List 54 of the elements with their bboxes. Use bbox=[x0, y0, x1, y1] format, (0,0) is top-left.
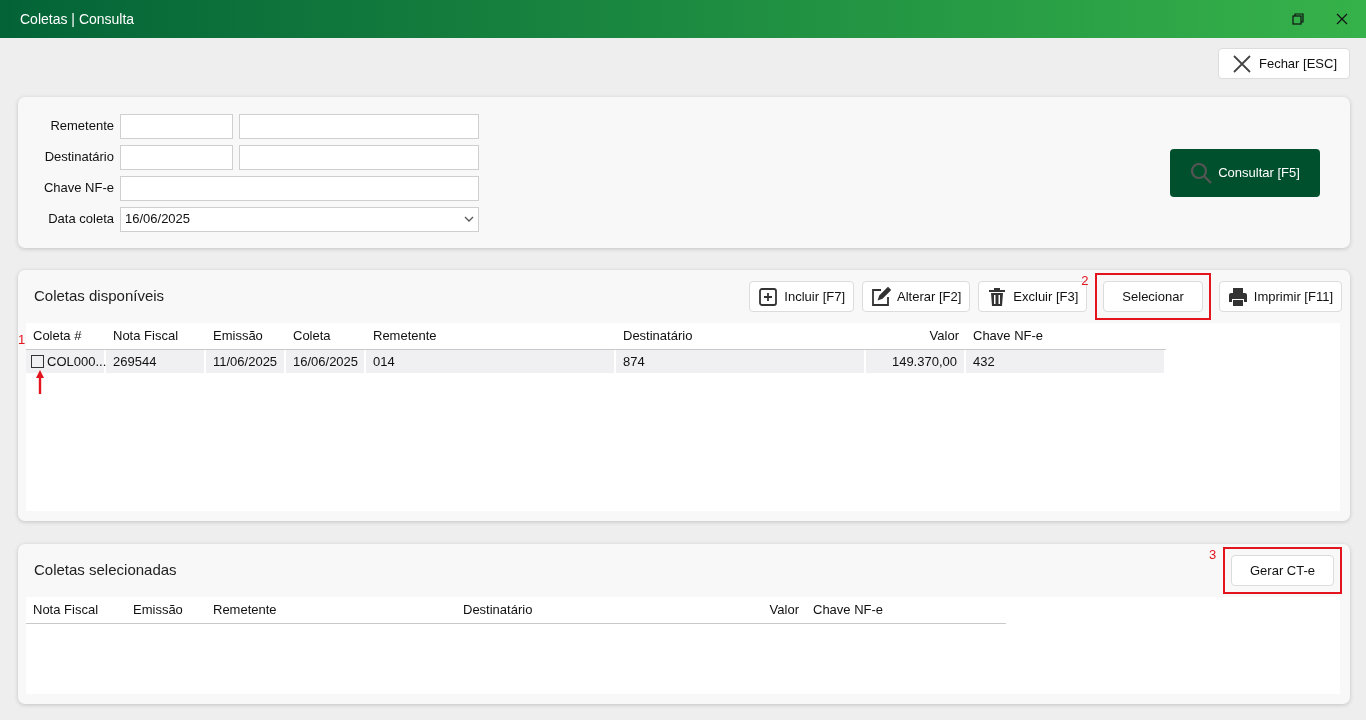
field-label: Data coleta bbox=[47, 210, 115, 229]
edit-icon bbox=[871, 286, 892, 307]
input-field[interactable] bbox=[239, 144, 479, 170]
column-header: Emissão bbox=[206, 323, 286, 350]
column-header: Nota Fiscal bbox=[26, 597, 126, 624]
column-header: Remetente bbox=[366, 323, 616, 350]
search-button[interactable]: Consultar [F5] bbox=[1170, 148, 1320, 197]
column-header: Destinatário bbox=[456, 597, 706, 624]
toolbar-button[interactable]: Selecionar bbox=[1103, 281, 1203, 312]
input-field[interactable] bbox=[120, 113, 233, 139]
table-cell: 149.370,00 bbox=[866, 349, 966, 373]
table-cell: COL000... bbox=[47, 353, 107, 369]
column-header: Remetente bbox=[206, 597, 456, 624]
column-header: Nota Fiscal bbox=[106, 323, 206, 350]
panel-title: Coletas selecionadas bbox=[34, 560, 177, 581]
toolbar-button[interactable]: Imprimir [F11] bbox=[1218, 281, 1342, 312]
table-cell: 16/06/2025 bbox=[286, 349, 366, 373]
table-cell: 014 bbox=[366, 349, 616, 373]
table-cell: 874 bbox=[616, 349, 866, 373]
toolbar-button[interactable]: Incluir [F7] bbox=[749, 281, 855, 312]
window-title: Coletas | Consulta bbox=[20, 9, 135, 29]
column-header: Chave NF-e bbox=[966, 323, 1166, 350]
plus-icon bbox=[758, 286, 779, 307]
field-label: Remetente bbox=[49, 117, 115, 136]
restore-icon[interactable] bbox=[1292, 13, 1304, 25]
column-header: Emissão bbox=[126, 597, 206, 624]
annotation-number: 1 bbox=[18, 333, 26, 346]
column-header: Chave NF-e bbox=[806, 597, 1006, 624]
close-icon bbox=[1232, 54, 1251, 73]
row-checkbox[interactable] bbox=[31, 354, 44, 368]
field-label: Destinatário bbox=[43, 148, 115, 167]
trash-icon bbox=[987, 286, 1008, 307]
input-field[interactable] bbox=[239, 113, 479, 139]
input-field[interactable] bbox=[120, 175, 479, 201]
date-dropdown[interactable]: 16/06/2025 bbox=[120, 206, 479, 232]
column-header: Valor bbox=[706, 597, 806, 624]
close-icon[interactable] bbox=[1336, 13, 1348, 25]
field-label: Chave NF-e bbox=[42, 179, 115, 198]
close-button[interactable]: Fechar [ESC] bbox=[1217, 48, 1350, 79]
annotation-number: 3 bbox=[1209, 548, 1217, 561]
input-field[interactable] bbox=[120, 144, 233, 170]
column-header: Coleta # bbox=[26, 323, 106, 350]
column-header: Valor bbox=[866, 323, 966, 350]
panel-title: Coletas disponíveis bbox=[34, 286, 165, 307]
toolbar-button[interactable]: Gerar CT-e bbox=[1231, 555, 1334, 586]
column-header: Coleta bbox=[286, 323, 366, 350]
printer-icon bbox=[1227, 286, 1248, 307]
table-cell: 11/06/2025 bbox=[206, 349, 286, 373]
chevron-down-icon bbox=[464, 216, 474, 222]
search-icon bbox=[1190, 161, 1213, 184]
column-header: Destinatário bbox=[616, 323, 866, 350]
toolbar-button[interactable]: Alterar [F2] bbox=[862, 281, 971, 312]
table-cell: 269544 bbox=[106, 349, 206, 373]
table-cell: 432 bbox=[966, 349, 1166, 373]
